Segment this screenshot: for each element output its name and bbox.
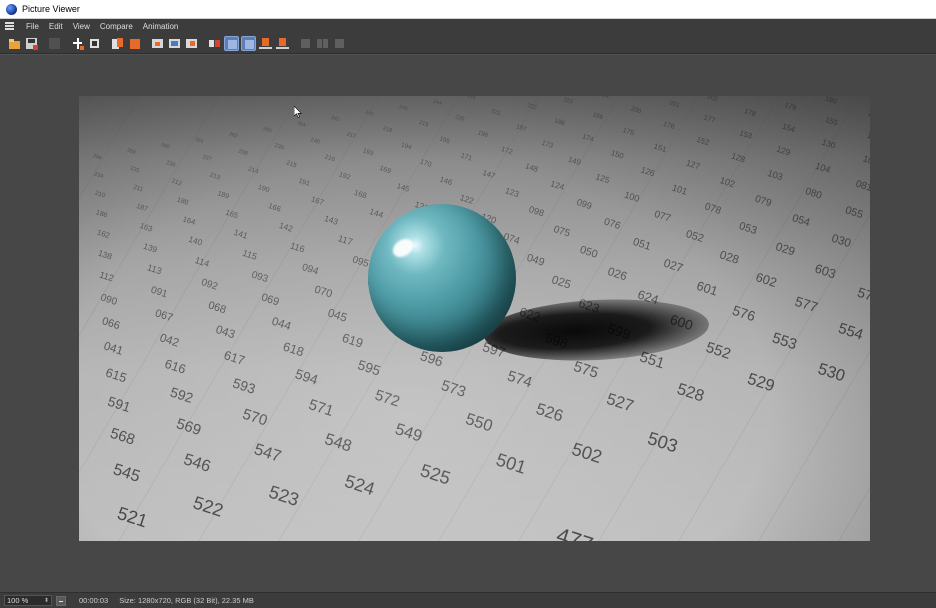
mouse-cursor-icon <box>294 106 302 118</box>
frame-region-icon[interactable] <box>167 36 182 51</box>
ab-compare-icon[interactable] <box>207 36 222 51</box>
show-b-icon[interactable] <box>241 35 256 51</box>
swap-icon[interactable] <box>332 36 347 51</box>
zoom-value: 100 % <box>7 596 29 605</box>
menu-bar: File Edit View Compare Animation <box>0 19 936 33</box>
cinema4d-app-icon <box>6 3 17 15</box>
set-b-icon[interactable] <box>275 36 290 51</box>
set-a-icon[interactable] <box>258 36 273 51</box>
save-icon[interactable] <box>24 36 39 51</box>
interactive-render-icon[interactable] <box>184 36 199 51</box>
region-render-icon[interactable] <box>150 36 165 51</box>
menu-file[interactable]: File <box>21 22 44 31</box>
stop-render-icon[interactable] <box>47 36 62 51</box>
add-region-icon[interactable] <box>70 36 85 51</box>
title-bar: Picture Viewer <box>0 0 936 19</box>
render-time: 00:00:03 <box>79 596 109 605</box>
hamburger-menu-icon[interactable] <box>5 22 14 30</box>
render-queue-icon[interactable] <box>127 36 142 51</box>
menu-edit[interactable]: Edit <box>44 22 68 31</box>
zoom-input[interactable]: 100 % ⬍ <box>4 595 52 606</box>
show-a-icon[interactable] <box>224 35 239 51</box>
status-bar: 100 % ⬍ 00:00:03 Size: 1280x720, RGB (32… <box>0 592 936 608</box>
teal-sphere <box>368 204 516 352</box>
zoom-stepper-icon[interactable]: ⬍ <box>44 598 49 604</box>
zoom-out-button[interactable] <box>56 595 66 606</box>
toolbar <box>0 33 936 54</box>
split-view-icon[interactable] <box>315 36 330 51</box>
menu-view[interactable]: View <box>68 22 95 31</box>
image-viewport[interactable]: 4964974984995004764775205215225235245255… <box>0 54 936 593</box>
menu-animation[interactable]: Animation <box>138 22 184 31</box>
zoom-fit-icon[interactable] <box>298 36 313 51</box>
render-settings-icon[interactable] <box>87 36 102 51</box>
copy-icon[interactable] <box>110 36 125 51</box>
rendered-image: 4964974984995004764775205215225235245255… <box>79 96 870 541</box>
image-size-info: Size: 1280x720, RGB (32 Bit), 22.35 MB <box>119 596 254 605</box>
open-icon[interactable] <box>7 36 22 51</box>
menu-compare[interactable]: Compare <box>95 22 138 31</box>
window-title: Picture Viewer <box>22 4 80 14</box>
